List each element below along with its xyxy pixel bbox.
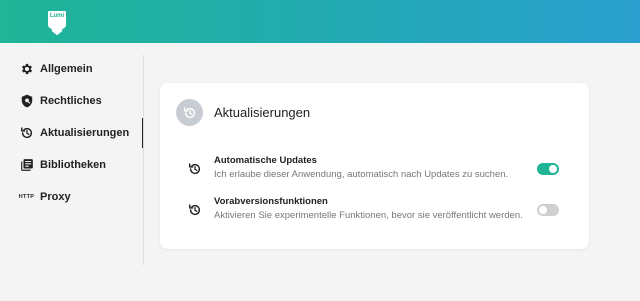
updates-card: Aktualisierungen Automatische Updates Ic…	[160, 83, 589, 249]
setting-title: Vorabversionsfunktionen	[214, 196, 328, 207]
shield-icon	[19, 94, 34, 109]
prerelease-features-toggle[interactable]	[537, 204, 559, 216]
setting-automatic-updates: Automatische Updates Ich erlaube dieser …	[160, 153, 589, 185]
toggle-knob	[549, 165, 557, 173]
sidebar: Allgemein Rechtliches Aktualisierungen B…	[0, 43, 144, 301]
sidebar-item-allgemein[interactable]: Allgemein	[0, 54, 144, 84]
card-title: Aktualisierungen	[214, 105, 311, 120]
sidebar-divider	[143, 55, 144, 265]
card-history-icon	[176, 99, 203, 126]
sidebar-item-bibliotheken[interactable]: Bibliotheken	[0, 150, 144, 180]
history-icon	[188, 162, 202, 176]
setting-title: Automatische Updates	[214, 155, 317, 166]
sidebar-item-label: Aktualisierungen	[40, 127, 130, 139]
setting-prerelease-features: Vorabversionsfunktionen Aktivieren Sie e…	[160, 194, 589, 226]
sidebar-item-proxy[interactable]: HTTP Proxy	[0, 182, 144, 212]
automatic-updates-toggle[interactable]	[537, 163, 559, 175]
sidebar-item-rechtliches[interactable]: Rechtliches	[0, 86, 144, 116]
sidebar-item-aktualisierungen[interactable]: Aktualisierungen	[0, 118, 144, 148]
sidebar-item-label: Rechtliches	[40, 95, 102, 107]
toggle-knob	[539, 206, 547, 214]
top-bar: Lumi	[0, 0, 640, 43]
history-icon	[19, 126, 34, 141]
logo-text: Lumi	[49, 13, 65, 19]
sidebar-item-label: Proxy	[40, 191, 71, 203]
gear-icon	[19, 62, 34, 77]
sidebar-item-label: Bibliotheken	[40, 159, 107, 171]
setting-description: Aktivieren Sie experimentelle Funktionen…	[214, 210, 523, 221]
library-icon	[19, 158, 34, 173]
setting-description: Ich erlaube dieser Anwendung, automatisc…	[214, 169, 509, 180]
history-icon	[188, 203, 202, 217]
lumi-logo[interactable]: Lumi	[46, 9, 68, 37]
http-icon-text: HTTP	[18, 194, 35, 200]
http-icon: HTTP	[19, 190, 34, 205]
sidebar-item-label: Allgemein	[40, 63, 93, 75]
